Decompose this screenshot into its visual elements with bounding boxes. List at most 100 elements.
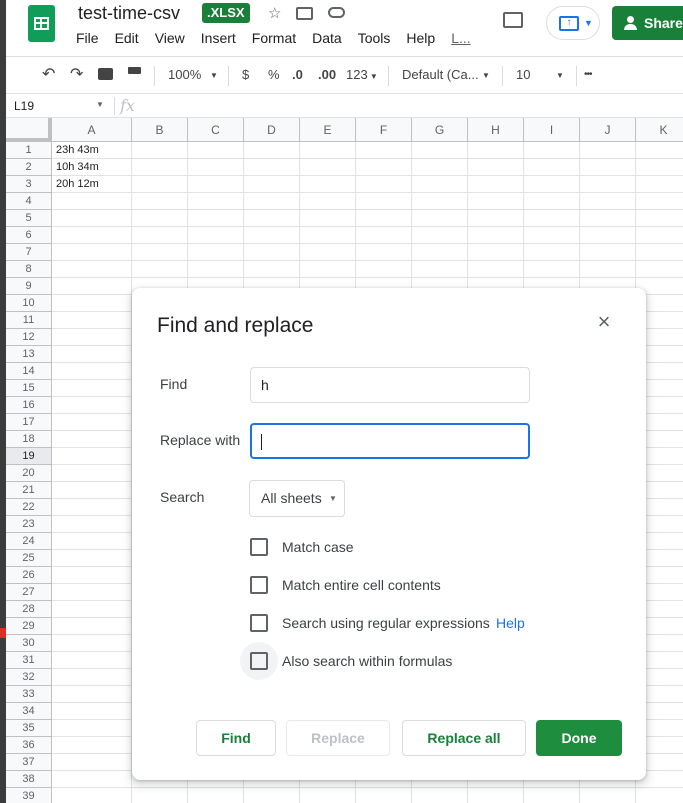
cell-a2[interactable]: 10h 34m [56, 161, 99, 173]
row-header-10[interactable]: 10 [6, 295, 52, 312]
select-all-corner[interactable] [6, 118, 52, 142]
column-header-g[interactable]: G [412, 118, 468, 142]
row-header-8[interactable]: 8 [6, 261, 52, 278]
more-options-icon[interactable]: ••• [584, 69, 592, 80]
column-header-b[interactable]: B [132, 118, 188, 142]
font-select[interactable]: Default (Ca... [402, 67, 479, 82]
row-header-36[interactable]: 36 [6, 737, 52, 754]
search-scope-label: Search [160, 489, 205, 505]
row-header-9[interactable]: 9 [6, 278, 52, 295]
row-header-11[interactable]: 11 [6, 312, 52, 329]
row-header-14[interactable]: 14 [6, 363, 52, 380]
row-header-22[interactable]: 22 [6, 499, 52, 516]
paint-format-icon[interactable] [128, 67, 141, 74]
redo-icon[interactable]: ↷ [70, 64, 83, 84]
row-header-3[interactable]: 3 [6, 176, 52, 193]
row-header-25[interactable]: 25 [6, 550, 52, 567]
decrease-decimal-button[interactable]: .0 [292, 67, 303, 82]
row-header-20[interactable]: 20 [6, 465, 52, 482]
regex-help-link[interactable]: Help [496, 615, 525, 631]
column-header-k[interactable]: K [636, 118, 683, 142]
move-folder-icon[interactable] [296, 7, 313, 20]
row-header-6[interactable]: 6 [6, 227, 52, 244]
cell-a3[interactable]: 20h 12m [56, 178, 99, 190]
percent-format-button[interactable]: % [268, 67, 280, 82]
row-header-29[interactable]: 29 [6, 618, 52, 635]
row-header-28[interactable]: 28 [6, 601, 52, 618]
number-format-button[interactable]: 123 ▼ [346, 67, 378, 82]
row-header-27[interactable]: 27 [6, 584, 52, 601]
present-button[interactable]: ↑ ▼ [546, 6, 600, 40]
document-title[interactable]: test-time-csv [78, 3, 180, 24]
menu-edit[interactable]: Edit [115, 30, 139, 46]
column-header-h[interactable]: H [468, 118, 524, 142]
row-header-32[interactable]: 32 [6, 669, 52, 686]
row-header-26[interactable]: 26 [6, 567, 52, 584]
column-header-a[interactable]: A [52, 118, 132, 142]
column-header-i[interactable]: I [524, 118, 580, 142]
replace-button[interactable]: Replace [286, 720, 390, 756]
regex-checkbox[interactable] [250, 614, 268, 632]
row-header-21[interactable]: 21 [6, 482, 52, 499]
share-button[interactable]: Share [612, 6, 683, 40]
row-header-23[interactable]: 23 [6, 516, 52, 533]
row-header-1[interactable]: 1 [6, 142, 52, 159]
menu-tools[interactable]: Tools [358, 30, 391, 46]
menu-format[interactable]: Format [252, 30, 296, 46]
undo-icon[interactable]: ↶ [42, 64, 55, 84]
row-header-39[interactable]: 39 [6, 788, 52, 803]
row-header-5[interactable]: 5 [6, 210, 52, 227]
row-header-18[interactable]: 18 [6, 431, 52, 448]
menu-help[interactable]: Help [406, 30, 435, 46]
replace-input[interactable]: : [250, 423, 530, 459]
row-header-38[interactable]: 38 [6, 771, 52, 788]
column-header-f[interactable]: F [356, 118, 412, 142]
increase-decimal-button[interactable]: .00 [318, 67, 336, 82]
search-scope-select[interactable]: All sheets ▼ [249, 480, 345, 517]
name-box-chevron-icon[interactable]: ▼ [96, 100, 104, 109]
row-header-15[interactable]: 15 [6, 380, 52, 397]
currency-format-button[interactable]: $ [242, 67, 249, 82]
menu-file[interactable]: File [76, 30, 99, 46]
done-button[interactable]: Done [536, 720, 622, 756]
row-header-37[interactable]: 37 [6, 754, 52, 771]
row-header-19[interactable]: 19 [6, 448, 52, 465]
column-header-e[interactable]: E [300, 118, 356, 142]
column-header-c[interactable]: C [188, 118, 244, 142]
row-header-24[interactable]: 24 [6, 533, 52, 550]
menu-data[interactable]: Data [312, 30, 342, 46]
row-header-33[interactable]: 33 [6, 686, 52, 703]
close-icon[interactable]: × [594, 311, 614, 333]
find-button[interactable]: Find [196, 720, 276, 756]
name-box[interactable]: L19 [14, 99, 34, 113]
menu-view[interactable]: View [155, 30, 185, 46]
menu-insert[interactable]: Insert [201, 30, 236, 46]
row-header-34[interactable]: 34 [6, 703, 52, 720]
row-header-7[interactable]: 7 [6, 244, 52, 261]
search-formulas-checkbox[interactable] [250, 652, 268, 670]
comment-history-icon[interactable] [503, 12, 523, 28]
row-header-31[interactable]: 31 [6, 652, 52, 669]
column-header-j[interactable]: J [580, 118, 636, 142]
row-header-17[interactable]: 17 [6, 414, 52, 431]
zoom-select[interactable]: 100% [168, 67, 201, 82]
column-header-d[interactable]: D [244, 118, 300, 142]
match-case-checkbox[interactable] [250, 538, 268, 556]
row-header-30[interactable]: 30 [6, 635, 52, 652]
find-input[interactable]: h [250, 367, 530, 403]
replace-all-button[interactable]: Replace all [402, 720, 526, 756]
sheets-logo-icon[interactable] [28, 5, 55, 42]
star-icon[interactable]: ☆ [268, 4, 281, 22]
row-header-16[interactable]: 16 [6, 397, 52, 414]
print-icon[interactable] [98, 68, 113, 80]
row-header-4[interactable]: 4 [6, 193, 52, 210]
last-edit-link[interactable]: L... [451, 30, 470, 46]
cell-a1[interactable]: 23h 43m [56, 144, 99, 156]
font-size-select[interactable]: 10 [516, 67, 530, 82]
row-header-2[interactable]: 2 [6, 159, 52, 176]
row-header-12[interactable]: 12 [6, 329, 52, 346]
match-entire-cell-checkbox[interactable] [250, 576, 268, 594]
row-header-13[interactable]: 13 [6, 346, 52, 363]
cloud-status-icon[interactable] [328, 7, 345, 18]
row-header-35[interactable]: 35 [6, 720, 52, 737]
